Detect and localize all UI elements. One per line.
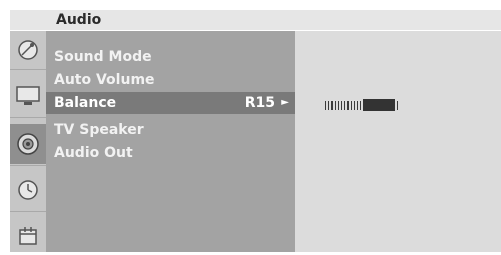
balance-value: R15 bbox=[244, 95, 275, 111]
menu-item-sound-mode[interactable]: Sound Mode bbox=[46, 46, 295, 68]
menu-item-balance[interactable]: Balance R15 ► bbox=[46, 92, 295, 114]
balance-tick bbox=[344, 100, 346, 110]
menu-item-label: Sound Mode bbox=[54, 49, 152, 65]
category-picture[interactable] bbox=[10, 77, 46, 115]
menu-item-auto-volume[interactable]: Auto Volume bbox=[46, 69, 295, 91]
balance-tick bbox=[360, 100, 362, 110]
menu-item-tv-speaker[interactable]: TV Speaker bbox=[46, 119, 295, 141]
balance-tick bbox=[337, 100, 339, 110]
category-icon-column bbox=[10, 31, 46, 252]
clock-time-icon bbox=[18, 180, 38, 200]
tv-osd-screen: Audio Sound Mode Auto Volume Balance R15… bbox=[0, 0, 501, 252]
satellite-dish-icon bbox=[18, 40, 38, 60]
balance-tick bbox=[350, 100, 352, 110]
menu-item-label: Balance bbox=[54, 95, 117, 111]
balance-tick bbox=[331, 100, 333, 110]
balance-tick bbox=[397, 100, 399, 110]
balance-tick bbox=[328, 100, 330, 110]
category-time[interactable] bbox=[10, 171, 46, 209]
balance-tick bbox=[347, 100, 349, 110]
balance-tick bbox=[325, 100, 327, 110]
balance-slider[interactable] bbox=[325, 99, 415, 111]
balance-tick bbox=[340, 100, 343, 110]
calendar-option-icon bbox=[19, 227, 37, 245]
balance-tick bbox=[353, 100, 355, 110]
tv-picture-icon bbox=[16, 86, 40, 105]
menu-item-label: TV Speaker bbox=[54, 122, 144, 138]
balance-tick bbox=[334, 100, 336, 110]
menu-item-audio-out[interactable]: Audio Out bbox=[46, 142, 295, 164]
balance-slider-thumb[interactable] bbox=[363, 99, 396, 111]
right-arrow-icon: ► bbox=[281, 97, 289, 108]
audio-menu-panel: Sound Mode Auto Volume Balance R15 ► TV … bbox=[46, 31, 295, 252]
speaker-audio-icon bbox=[17, 133, 39, 155]
category-audio[interactable] bbox=[10, 124, 46, 164]
category-satellite[interactable] bbox=[10, 31, 46, 69]
category-option[interactable] bbox=[10, 217, 46, 255]
balance-tick bbox=[356, 100, 359, 110]
menu-item-label: Auto Volume bbox=[54, 72, 155, 88]
submenu-panel bbox=[295, 31, 501, 252]
menu-header: Audio bbox=[10, 10, 501, 30]
menu-item-label: Audio Out bbox=[54, 145, 133, 161]
menu-title: Audio bbox=[56, 12, 102, 28]
